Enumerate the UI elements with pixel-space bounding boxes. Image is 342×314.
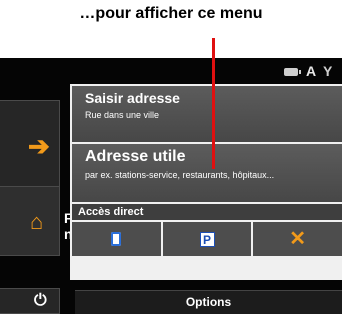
destination-menu: Saisir adresse Rue dans une ville Adress… — [70, 84, 342, 280]
signal-icon: Y — [323, 63, 333, 79]
direction-button[interactable]: ➔ — [0, 100, 60, 198]
battery-icon — [284, 68, 301, 76]
power-icon: ⏻ — [34, 292, 47, 309]
menu-item-useful-address[interactable]: Adresse utile par ex. stations-service, … — [72, 144, 342, 202]
home-button[interactable]: ⌂ — [0, 186, 60, 256]
parking-icon: P — [199, 231, 215, 247]
arrow-right-icon: ➔ — [28, 131, 50, 161]
menu-item-subtitle: par ex. stations-service, restaurants, h… — [85, 170, 275, 180]
shortcut-fuel-button[interactable] — [72, 222, 161, 256]
shortcut-row: P ✕ — [72, 222, 342, 256]
menu-item-enter-address[interactable]: Saisir adresse Rue dans une ville — [72, 86, 342, 142]
alert-icon: A — [305, 63, 317, 79]
home-icon: ⌂ — [30, 209, 44, 234]
options-button[interactable]: Options — [75, 290, 342, 314]
pointer-line — [212, 38, 215, 169]
direct-access-label: Accès direct — [72, 204, 342, 220]
caption: …pour afficher ce menu — [79, 5, 263, 22]
restaurant-icon: ✕ — [289, 228, 307, 250]
shortcut-restaurant-button[interactable]: ✕ — [253, 222, 342, 256]
fuel-station-icon — [111, 232, 122, 246]
power-button[interactable]: ⏻ — [0, 288, 60, 314]
nav-screen: A Y ➔ ⌂ F n ⏻ Options Saisir adresse Rue… — [0, 58, 342, 314]
shortcut-parking-button[interactable]: P — [162, 222, 252, 256]
